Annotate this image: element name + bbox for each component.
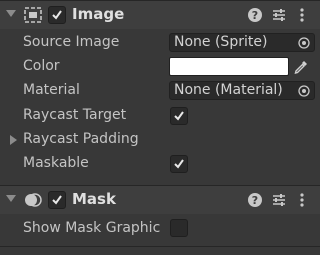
object-picker-icon[interactable] <box>298 37 310 49</box>
raycast-target-checkbox[interactable] <box>170 107 188 125</box>
source-image-value: None (Sprite) <box>174 34 268 50</box>
help-icon[interactable]: ? <box>247 7 263 23</box>
mask-component-header: Mask ? <box>0 185 320 214</box>
raycast-target-label: Raycast Target <box>23 107 127 123</box>
source-image-label: Source Image <box>23 34 120 50</box>
expand-arrow-icon[interactable] <box>10 135 17 145</box>
presets-icon[interactable] <box>271 192 287 208</box>
image-component-header: Image ? <box>0 0 320 29</box>
image-component-icon <box>24 7 42 23</box>
raycast-padding-label[interactable]: Raycast Padding <box>23 131 139 147</box>
mask-enabled-checkbox[interactable] <box>48 191 66 209</box>
image-enabled-checkbox[interactable] <box>48 6 66 24</box>
mask-component-icon <box>25 193 42 207</box>
show-mask-graphic-checkbox[interactable] <box>170 219 188 237</box>
maskable-checkbox[interactable] <box>170 155 188 173</box>
object-picker-icon[interactable] <box>298 85 310 97</box>
material-field[interactable]: None (Material) <box>169 81 315 100</box>
source-image-field[interactable]: None (Sprite) <box>169 33 315 52</box>
bottom-divider <box>0 246 320 247</box>
svg-text:?: ? <box>252 9 258 22</box>
svg-text:?: ? <box>252 194 258 207</box>
image-component-title: Image <box>72 5 125 23</box>
color-swatch[interactable] <box>169 57 289 76</box>
material-value: None (Material) <box>174 82 283 98</box>
eyedropper-icon[interactable] <box>293 59 309 75</box>
maskable-label: Maskable <box>23 155 89 171</box>
show-mask-graphic-label: Show Mask Graphic <box>23 220 161 236</box>
kebab-menu-icon[interactable] <box>294 192 310 208</box>
collapse-arrow-icon[interactable] <box>6 10 16 17</box>
mask-component-title: Mask <box>72 190 116 208</box>
presets-icon[interactable] <box>271 7 287 23</box>
kebab-menu-icon[interactable] <box>294 7 310 23</box>
collapse-arrow-icon[interactable] <box>6 195 16 202</box>
color-label: Color <box>23 58 60 74</box>
help-icon[interactable]: ? <box>247 192 263 208</box>
material-label: Material <box>23 82 80 98</box>
